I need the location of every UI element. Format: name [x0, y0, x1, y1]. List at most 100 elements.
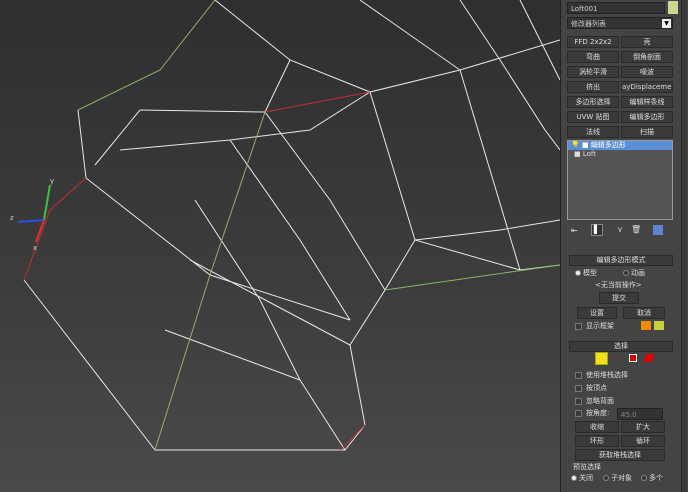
rollout-title: 选择	[614, 342, 628, 350]
modifier-button[interactable]: 编辑多边形	[621, 111, 673, 123]
modifier-button[interactable]: 法线	[567, 126, 619, 138]
checkbox-label: 使用堆栈选择	[586, 371, 628, 379]
mesh-edge	[264, 111, 386, 291]
modifier-button[interactable]: 壳	[621, 36, 673, 48]
command-panel: Loft001 修改器列表 ▼ FFD 2x2x2 壳弯曲 倒角剖面 涡轮平滑 噪波 挤出…	[560, 0, 688, 492]
mesh-edge	[139, 109, 266, 113]
shrink-button[interactable]: 收缩	[575, 421, 619, 433]
mesh-edge-green	[384, 264, 560, 291]
object-name-input[interactable]: Loft001	[567, 2, 665, 14]
mesh-edge	[23, 279, 366, 451]
radio-label: 多个	[649, 474, 663, 482]
stack-item-loft[interactable]: ■ Loft	[568, 150, 672, 159]
radio-model[interactable]: 模型	[575, 268, 597, 278]
modifier-button[interactable]: FFD 2x2x2	[567, 36, 619, 48]
ignore-backfacing-checkbox[interactable]: 忽略背面	[575, 396, 614, 406]
make-unique-icon[interactable]: ⋎	[617, 225, 623, 234]
radio-label: 动画	[631, 269, 645, 277]
configure-modifier-sets-icon[interactable]	[653, 225, 663, 235]
angle-spinner[interactable]: 45.0	[617, 408, 663, 420]
preview-multi-radio[interactable]: 多个	[641, 473, 663, 483]
modifier-button[interactable]: ayDisplacementM	[621, 81, 673, 93]
mesh-edge	[459, 0, 560, 151]
mesh-edge	[85, 177, 351, 321]
stack-item-label: 编辑多边形	[590, 141, 626, 149]
mesh-edge-red	[23, 177, 87, 281]
viewport[interactable]: y z x	[0, 0, 560, 492]
element-mode-icon[interactable]	[643, 354, 655, 362]
grow-button[interactable]: 扩大	[621, 421, 665, 433]
modifier-button[interactable]: UVW 贴图	[567, 111, 619, 123]
cage-color-swatch-2[interactable]	[654, 321, 664, 330]
modifier-button[interactable]: 多边形选择	[567, 96, 619, 108]
show-cage-checkbox[interactable]: 显示框架	[575, 321, 614, 331]
mesh-edge-green	[154, 111, 266, 451]
mesh-edge	[349, 239, 416, 426]
settings-button[interactable]: 设置	[577, 307, 617, 319]
modifier-list-label: 修改器列表	[571, 20, 606, 28]
border-mode-icon[interactable]: ◌	[611, 355, 619, 363]
commit-button[interactable]: 提交	[599, 292, 639, 304]
mesh-edge	[94, 109, 141, 166]
use-stack-selection-checkbox[interactable]: 使用堆栈选择	[575, 370, 628, 380]
mesh-edge	[359, 0, 521, 271]
modifier-list-dropdown[interactable]: 修改器列表 ▼	[567, 17, 673, 29]
by-vertex-checkbox[interactable]: 按顶点	[575, 383, 607, 393]
mesh-edge-red	[339, 424, 366, 451]
mesh-edge	[369, 91, 521, 271]
panel-scrollbar[interactable]	[681, 0, 687, 492]
axis-z-label: z	[10, 214, 14, 222]
cage-color-swatch-1[interactable]	[641, 321, 651, 330]
edit-poly-mode-rollout-header[interactable]: 编辑多边形模式	[569, 255, 673, 266]
radio-label: 子对象	[611, 474, 632, 482]
modifier-button[interactable]: 倒角剖面	[621, 51, 673, 63]
radio-label: 关闭	[579, 474, 593, 482]
mesh-edge-green	[77, 0, 216, 111]
show-end-result-icon[interactable]: ▌	[591, 224, 603, 236]
by-angle-checkbox[interactable]: 按角度:	[575, 408, 609, 418]
axis-x-label: x	[33, 244, 37, 252]
radio-animate[interactable]: 动画	[623, 268, 645, 278]
mesh-edge	[189, 259, 351, 346]
mesh-edge	[369, 39, 560, 93]
ring-button[interactable]: 环形	[575, 435, 619, 447]
pin-stack-icon[interactable]: ⇤	[571, 226, 578, 235]
edge-mode-icon[interactable]	[595, 352, 608, 365]
checkbox-label: 按顶点	[586, 384, 607, 392]
modifier-button[interactable]: 扫描	[621, 126, 673, 138]
mesh-edge	[164, 329, 346, 451]
mesh-edge	[229, 139, 351, 321]
mesh-edge	[214, 0, 371, 93]
vertex-mode-icon[interactable]: ·	[583, 355, 592, 363]
preview-subobject-radio[interactable]: 子对象	[603, 473, 632, 483]
radio-label: 模型	[583, 269, 597, 277]
modifier-button[interactable]: 涡轮平滑	[567, 66, 619, 78]
mesh-edge	[519, 0, 560, 81]
object-color-swatch[interactable]	[668, 1, 678, 14]
mesh-edge	[77, 109, 87, 179]
chevron-down-icon: ▼	[662, 19, 671, 28]
polygon-mode-icon[interactable]	[629, 354, 637, 362]
preview-off-radio[interactable]: 关闭	[571, 473, 593, 483]
remove-modifier-icon[interactable]: 🗑	[631, 225, 641, 234]
checkbox-label: 按角度:	[586, 409, 610, 417]
stack-item-label: Loft	[582, 150, 596, 158]
modifier-button[interactable]: 挤出	[567, 81, 619, 93]
mesh-edge	[119, 91, 371, 151]
modifier-button[interactable]: 编辑样条线	[621, 96, 673, 108]
axis-y-label: y	[50, 177, 54, 185]
checkbox-label: 忽略背面	[586, 397, 614, 405]
preview-selection-label: 预览选择	[573, 463, 601, 471]
loop-button[interactable]: 循环	[621, 435, 665, 447]
selection-rollout-header[interactable]: 选择	[569, 341, 673, 352]
cancel-button[interactable]: 取消	[623, 307, 665, 319]
mesh-edge	[414, 219, 560, 241]
stack-item-edit-poly[interactable]: 💡 ■ 编辑多边形	[568, 141, 672, 150]
get-stack-selection-button[interactable]: 获取堆栈选择	[575, 449, 665, 461]
checkbox-label: 显示框架	[586, 322, 614, 330]
wireframe-mesh: y z x	[10, 0, 560, 451]
modifier-button[interactable]: 弯曲	[567, 51, 619, 63]
modifier-button[interactable]: 噪波	[621, 66, 673, 78]
current-operation-label: <无当前操作>	[595, 281, 642, 289]
modifier-stack-list[interactable]: 💡 ■ 编辑多边形 ■ Loft	[567, 140, 673, 220]
